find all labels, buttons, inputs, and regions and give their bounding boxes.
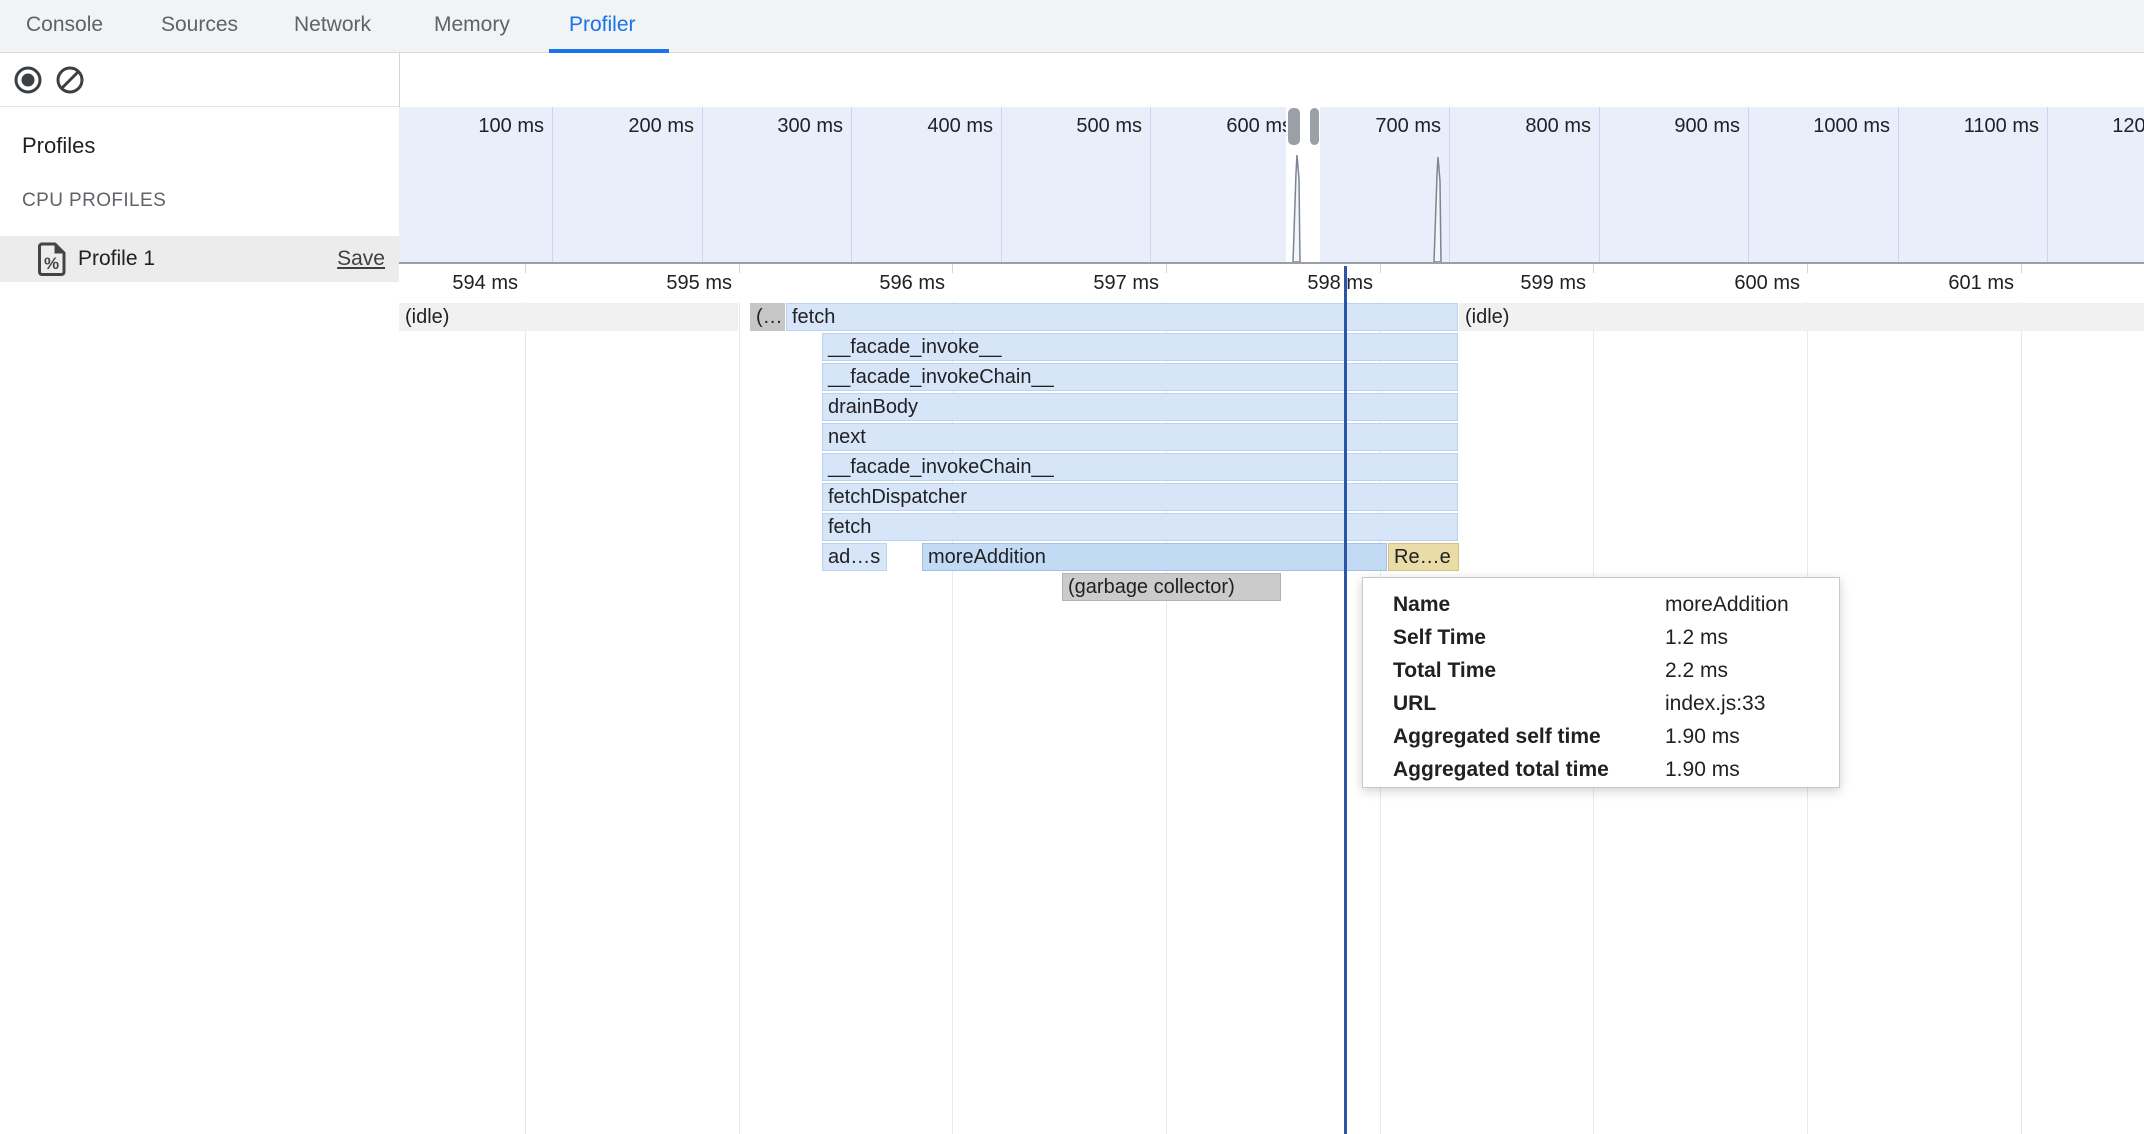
flame-block-idle[interactable]: (idle): [399, 303, 738, 331]
profiler-toolbar: Chart: [0, 53, 2144, 107]
flame-block-facade-invokechain[interactable]: __facade_invokeChain__: [822, 453, 1458, 481]
tab-sources[interactable]: Sources: [161, 0, 238, 53]
tooltip-label: Self Time: [1393, 621, 1665, 654]
timeline-playhead[interactable]: [1344, 266, 1347, 1134]
cpu-activity-spike: [1434, 157, 1441, 262]
tab-memory[interactable]: Memory: [434, 0, 510, 53]
flame-block-fetch[interactable]: fetch: [822, 513, 1458, 541]
tooltip-value: 1.90 ms: [1665, 758, 1740, 781]
toolbar-left-section: [0, 53, 399, 107]
flame-block-drainbody[interactable]: drainBody: [822, 393, 1458, 421]
tooltip-label: Total Time: [1393, 654, 1665, 687]
gridline: [739, 302, 740, 1134]
tooltip-row: NamemoreAddition: [1393, 588, 1839, 621]
flame-block-facade-invokechain[interactable]: __facade_invokeChain__: [822, 363, 1458, 391]
profile-document-icon: %: [38, 242, 66, 281]
record-icon: [13, 65, 43, 95]
save-profile-link[interactable]: Save: [337, 236, 385, 282]
tooltip-value: moreAddition: [1665, 593, 1789, 616]
cpu-profiles-section-label: CPU PROFILES: [22, 190, 166, 212]
flame-block-truncated[interactable]: (…: [750, 303, 785, 331]
flame-block-facade-invoke[interactable]: __facade_invoke__: [822, 333, 1458, 361]
cpu-activity-graph: [399, 107, 2144, 264]
flame-block-garbage-collector[interactable]: (garbage collector): [1062, 573, 1281, 601]
tooltip-row: Self Time1.2 ms: [1393, 621, 1839, 654]
flame-block-moreaddition-selected[interactable]: moreAddition: [922, 543, 1387, 571]
detail-time-ruler: 594 ms 595 ms 596 ms 597 ms 598 ms 599 m…: [399, 264, 2144, 302]
tooltip-value: 2.2 ms: [1665, 659, 1728, 682]
tooltip-value: 1.90 ms: [1665, 725, 1740, 748]
tooltip-row: URLindex.js:33: [1393, 687, 1839, 720]
ruler-tick: [739, 264, 740, 273]
timeline-overview[interactable]: 100 ms 200 ms 300 ms 400 ms 500 ms 600 m…: [399, 107, 2144, 264]
tooltip-label: Aggregated total time: [1393, 753, 1665, 786]
sidebar-heading: Profiles: [22, 133, 95, 159]
tab-network[interactable]: Network: [294, 0, 371, 53]
ruler-tick-label: 595 ms: [622, 270, 732, 296]
ruler-tick-label: 594 ms: [408, 270, 518, 296]
svg-text:%: %: [44, 254, 59, 273]
ruler-tick: [1380, 264, 1381, 273]
tooltip-label: URL: [1393, 687, 1665, 720]
tooltip-row: Aggregated total time1.90 ms: [1393, 753, 1839, 786]
ruler-tick-label: 596 ms: [835, 270, 945, 296]
tooltip-row: Total Time2.2 ms: [1393, 654, 1839, 687]
ruler-tick: [2021, 264, 2022, 273]
tab-profiler[interactable]: Profiler: [569, 0, 636, 53]
flame-block-addnumbers[interactable]: ad…s: [822, 543, 887, 571]
tooltip-value: index.js:33: [1665, 692, 1765, 715]
ruler-tick: [1593, 264, 1594, 273]
ruler-tick: [525, 264, 526, 273]
record-profile-button[interactable]: [13, 65, 43, 95]
flame-block-fetchdispatcher[interactable]: fetchDispatcher: [822, 483, 1458, 511]
gridline: [525, 302, 526, 1134]
flame-block-fetch[interactable]: fetch: [786, 303, 1458, 331]
ruler-tick-label: 599 ms: [1476, 270, 1586, 296]
ruler-tick-label: 600 ms: [1690, 270, 1800, 296]
gridline: [2021, 302, 2022, 1134]
ruler-tick-label: 598 ms: [1263, 270, 1373, 296]
profile-list-item[interactable]: % Profile 1 Save: [0, 236, 399, 282]
profiles-sidebar: Profiles CPU PROFILES % Profile 1 Save: [0, 107, 399, 1134]
cpu-activity-spike: [1293, 155, 1300, 262]
clear-profiles-button[interactable]: [55, 65, 85, 95]
flame-block-next[interactable]: next: [822, 423, 1458, 451]
block-details-tooltip: NamemoreAddition Self Time1.2 ms Total T…: [1362, 577, 1840, 788]
tooltip-label: Name: [1393, 588, 1665, 621]
ruler-tick: [1807, 264, 1808, 273]
profile-name: Profile 1: [78, 236, 155, 282]
ruler-tick: [1166, 264, 1167, 273]
flame-block-response[interactable]: Re…e: [1388, 543, 1459, 571]
ruler-tick-label: 597 ms: [1049, 270, 1159, 296]
clear-icon: [55, 65, 85, 95]
flame-block-idle[interactable]: (idle): [1459, 303, 2144, 331]
tooltip-label: Aggregated self time: [1393, 720, 1665, 753]
tooltip-value: 1.2 ms: [1665, 626, 1728, 649]
ruler-tick: [952, 264, 953, 273]
devtools-profiler-panel: Console Sources Network Memory Profiler: [0, 0, 2144, 1134]
tab-console[interactable]: Console: [26, 0, 103, 53]
ruler-tick-label: 601 ms: [1904, 270, 2014, 296]
devtools-tabbar: Console Sources Network Memory Profiler: [0, 0, 2144, 53]
flame-chart[interactable]: (idle) (… fetch (idle) __facade_invoke__…: [399, 302, 2144, 1134]
tooltip-row: Aggregated self time1.90 ms: [1393, 720, 1839, 753]
